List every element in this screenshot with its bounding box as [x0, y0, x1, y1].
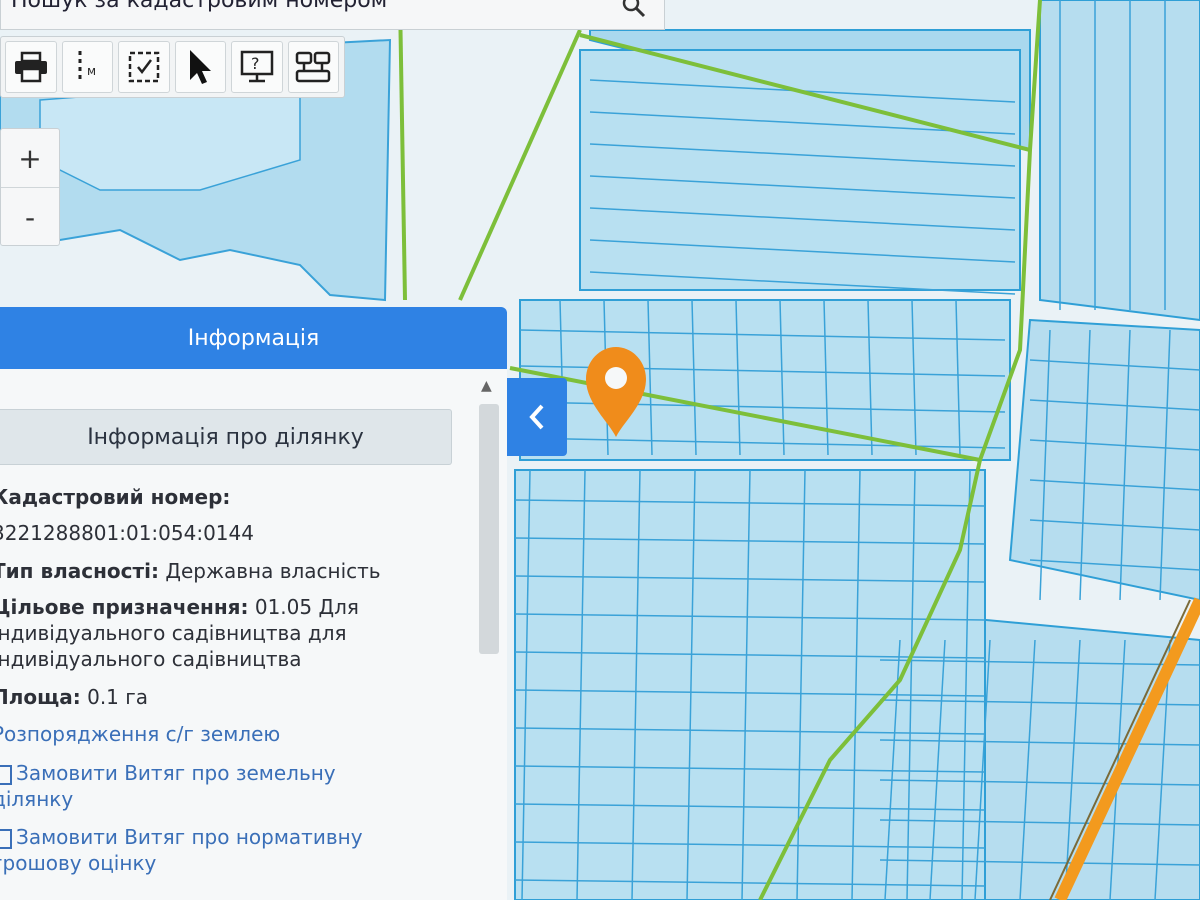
- ownership-row: Тип власності: Державна власність: [0, 558, 381, 584]
- order-extract-link-line-2[interactable]: ділянку: [0, 786, 73, 812]
- purpose-row: Цільове призначення: 01.05 Для: [0, 594, 359, 620]
- search-bar[interactable]: Пошук за кадастровим номером: [0, 0, 665, 30]
- layers-icon: [296, 51, 331, 83]
- search-input-text[interactable]: Пошук за кадастровим номером: [11, 0, 387, 13]
- cadastral-value: 3221288801:01:054:0144: [0, 521, 254, 545]
- order-normative-link-line-2[interactable]: грошову оцінку: [0, 850, 156, 876]
- select-area-icon: [128, 51, 159, 83]
- zoom-out-button[interactable]: -: [1, 187, 59, 246]
- parcel-grid: [514, 49, 1021, 900]
- zoom-control: + -: [0, 128, 60, 246]
- area-row: Площа: 0.1 га: [0, 684, 148, 710]
- disposal-link[interactable]: Розпорядження с/г землею: [0, 721, 280, 747]
- purpose-label: Цільове призначення:: [0, 595, 249, 619]
- document-icon: [0, 828, 12, 849]
- svg-text:?: ?: [251, 54, 260, 73]
- purpose-value-line-3: індивідуального садівництва: [0, 647, 302, 671]
- pointer-button[interactable]: [174, 41, 226, 93]
- cursor-icon: [190, 50, 212, 84]
- map-toolbar: м ?: [0, 36, 345, 98]
- ownership-label: Тип власності:: [0, 559, 159, 583]
- order-extract-link[interactable]: Замовити Витяг про земельну: [0, 760, 336, 786]
- parcel-info-title[interactable]: Інформація про ділянку: [0, 409, 452, 465]
- collapse-panel-button[interactable]: [507, 378, 567, 456]
- ruler-icon: м: [78, 51, 96, 83]
- print-icon: [14, 51, 47, 83]
- chevron-left-icon: [529, 404, 544, 430]
- help-icon: ?: [240, 50, 273, 83]
- area-label: Площа:: [0, 685, 81, 709]
- cadastral-label: Кадастровий номер:: [0, 485, 231, 509]
- search-icon[interactable]: [622, 0, 646, 18]
- svg-text:м: м: [87, 64, 96, 78]
- zoom-in-button[interactable]: +: [1, 129, 59, 187]
- ownership-value: Державна власність: [165, 559, 381, 583]
- document-icon: [0, 764, 12, 785]
- panel-scrollbar[interactable]: ▲: [475, 378, 501, 900]
- measure-button[interactable]: м: [61, 41, 113, 93]
- purpose-value-line-2: індивідуального садівництва для: [0, 621, 347, 645]
- print-button[interactable]: [5, 41, 57, 93]
- info-panel-header: Інформація: [0, 307, 507, 369]
- purpose-value: 01.05 Для: [254, 595, 359, 619]
- select-area-button[interactable]: [118, 41, 170, 93]
- scroll-up-icon[interactable]: ▲: [481, 378, 492, 394]
- scroll-thumb[interactable]: [479, 404, 499, 654]
- map-parcel-area: [1008, 318, 1200, 602]
- layers-button[interactable]: [287, 41, 339, 93]
- help-button[interactable]: ?: [231, 41, 283, 93]
- area-value: 0.1 га: [87, 685, 149, 709]
- map-parcel-area: [1039, 0, 1200, 322]
- order-normative-link[interactable]: Замовити Витяг про нормативну: [0, 824, 363, 850]
